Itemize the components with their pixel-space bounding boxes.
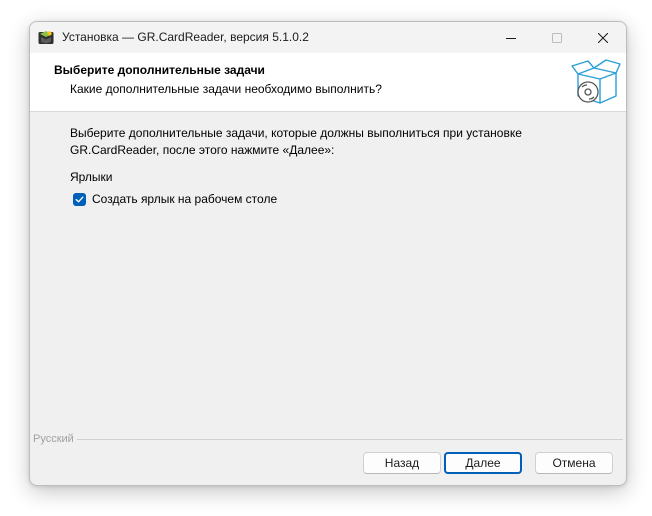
wizard-header: Выберите дополнительные задачи Какие доп… (30, 53, 626, 112)
software-box-cd-icon (571, 59, 621, 104)
close-icon (598, 32, 608, 43)
installer-app-icon (38, 31, 54, 44)
maximize-button (534, 22, 580, 53)
next-button[interactable]: Далее (444, 452, 522, 474)
minimize-button[interactable] (488, 22, 534, 53)
footer-divider (33, 439, 623, 440)
back-button[interactable]: Назад (363, 452, 441, 474)
maximize-icon (552, 32, 562, 43)
close-button[interactable] (580, 22, 626, 53)
checkmark-icon (75, 196, 84, 203)
instruction-text-line-2: GR.CardReader, после этого нажмите «Дале… (70, 143, 335, 157)
page-title: Выберите дополнительные задачи (54, 63, 265, 77)
desktop-shortcut-label[interactable]: Создать ярлык на рабочем столе (92, 192, 277, 206)
title-bar[interactable]: Установка — GR.CardReader, версия 5.1.0.… (30, 22, 626, 53)
minimize-icon (506, 37, 516, 39)
shortcuts-group-label: Ярлыки (70, 170, 113, 184)
installer-window: Установка — GR.CardReader, версия 5.1.0.… (29, 21, 627, 486)
language-label: Русский (33, 433, 77, 445)
page-subtitle: Какие дополнительные задачи необходимо в… (70, 82, 382, 96)
cancel-button[interactable]: Отмена (535, 452, 613, 474)
instruction-text-line-1: Выберите дополнительные задачи, которые … (70, 126, 522, 140)
desktop-shortcut-checkbox[interactable] (73, 193, 86, 206)
window-title: Установка — GR.CardReader, версия 5.1.0.… (62, 30, 309, 44)
